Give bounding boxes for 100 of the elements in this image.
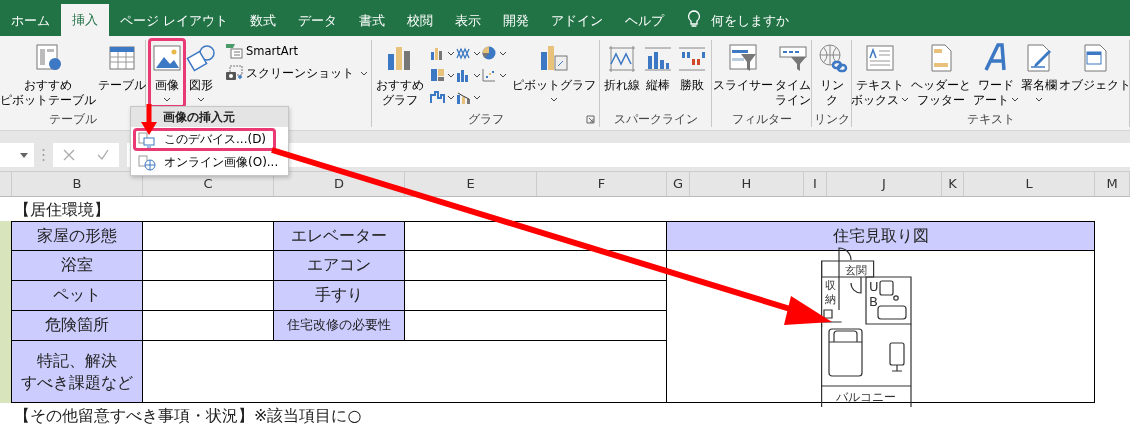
column-header[interactable]: E: [405, 172, 537, 196]
ribbon-tab[interactable]: アドイン: [540, 6, 615, 36]
column-header[interactable]: I: [804, 172, 827, 196]
table-cell[interactable]: [143, 341, 667, 403]
ribbon-button[interactable]: オブジェクト: [1057, 40, 1130, 95]
ribbon-button[interactable]: 図形: [184, 40, 218, 104]
globe-icon: [138, 154, 156, 171]
ribbon-tab[interactable]: ホーム: [0, 6, 61, 36]
computer-icon: [138, 131, 156, 148]
tell-me-field[interactable]: 何をしますか: [711, 6, 790, 36]
caret-icon: [446, 50, 455, 56]
label-cell: 危険箇所: [12, 311, 143, 341]
ribbon-tab[interactable]: 書式: [348, 6, 397, 36]
room-label: 玄関: [845, 263, 867, 277]
table-cell[interactable]: [405, 251, 667, 281]
ribbon-button[interactable]: テキスト ボックス: [849, 40, 910, 110]
grip-icon[interactable]: [42, 148, 45, 162]
label-cell: エアコン: [274, 251, 405, 281]
cancel-icon[interactable]: [63, 149, 75, 161]
table-cell[interactable]: [405, 281, 667, 311]
ribbon-button[interactable]: リン ク: [814, 40, 849, 110]
column-header[interactable]: M: [1095, 172, 1130, 196]
camera-icon: [225, 65, 243, 81]
caret-icon: [360, 70, 368, 76]
label-cell: 手すり: [274, 281, 405, 311]
smartart-icon: [225, 43, 243, 59]
ribbon-tab[interactable]: 開発: [492, 6, 541, 36]
label-cell: エレベーター: [274, 221, 405, 251]
group-label: フィルター: [731, 110, 792, 128]
column-header[interactable]: K: [942, 172, 964, 196]
waterfall-chart-icon[interactable]: [428, 89, 445, 105]
group-label: リンク: [813, 110, 850, 128]
ribbon-button[interactable]: スクリーンショット: [224, 64, 369, 82]
ribbon-button[interactable]: テーブル: [96, 40, 147, 95]
group-label: グラフ: [467, 110, 504, 128]
lightbulb-icon[interactable]: [687, 10, 702, 28]
room-label: 収納: [825, 278, 836, 306]
label-cell: 住宅見取り図: [667, 221, 1095, 251]
column-chart-icon[interactable]: [428, 45, 445, 61]
caret-icon: [472, 50, 481, 56]
ribbon-button[interactable]: 縦棒: [640, 40, 675, 95]
ribbon-button[interactable]: おすすめ ピボットテーブル: [0, 40, 97, 110]
bar-chart-icon[interactable]: [454, 67, 471, 83]
pie-chart-icon[interactable]: [480, 45, 497, 61]
caret-icon: [472, 72, 481, 78]
arrow: [141, 104, 157, 135]
room-label: バルコニー: [836, 389, 896, 404]
scatter-chart-icon[interactable]: [480, 67, 497, 83]
label-cell: ペット: [12, 281, 143, 311]
menu-item[interactable]: オンライン画像(O)...: [134, 152, 283, 173]
table-cell[interactable]: [405, 221, 667, 251]
dialog-launcher-icon[interactable]: [586, 114, 595, 124]
ribbon-button[interactable]: おすすめ グラフ: [374, 40, 425, 110]
section-title: 【居住環境】: [13, 200, 111, 221]
ribbon-button[interactable]: ヘッダーと フッター: [909, 40, 972, 110]
group-label: テーブル: [48, 110, 97, 128]
ribbon-tab[interactable]: データ: [287, 6, 349, 36]
ribbon-button[interactable]: ピボットグラフ: [510, 40, 597, 104]
column-header[interactable]: F: [537, 172, 667, 196]
ribbon-tab[interactable]: 挿入: [61, 4, 109, 36]
group-label: テキスト: [966, 110, 1015, 128]
caret-icon: [472, 94, 481, 100]
text-box-icon: [863, 42, 896, 74]
caret-icon: [446, 72, 455, 78]
ribbon-tab[interactable]: ヘルプ: [614, 6, 676, 36]
ribbon-button[interactable]: SmartArt: [224, 42, 299, 60]
ribbon-button[interactable]: 署名欄: [1019, 40, 1058, 104]
shapes-icon: [185, 42, 217, 74]
table-cell[interactable]: [405, 311, 667, 341]
dropdown-arrow-icon[interactable]: [20, 152, 28, 158]
caret-icon: [498, 50, 507, 56]
section-title: 【その他留意すべき事項・状況】※該当項目に○: [13, 405, 363, 427]
ribbon-tab[interactable]: 数式: [239, 6, 288, 36]
column-header[interactable]: J: [827, 172, 942, 196]
ribbon-button[interactable]: 勝敗: [674, 40, 709, 95]
column-header[interactable]: H: [690, 172, 804, 196]
menu-header: 画像の挿入元: [131, 107, 288, 127]
funnel-icon: [726, 42, 759, 74]
ribbon-button[interactable]: スライサー: [711, 40, 774, 95]
ribbon-button[interactable]: 折れ線: [602, 40, 641, 95]
check-icon[interactable]: [97, 149, 109, 161]
ribbon-button[interactable]: ワード アート: [971, 40, 1020, 110]
label-cell: 特記、解決 すべき課題など: [12, 341, 143, 403]
caret-icon: [498, 72, 507, 78]
ribbon-tab[interactable]: 校閲: [396, 6, 445, 36]
caret-icon: [446, 94, 455, 100]
menu-item[interactable]: このデバイス...(D): [134, 129, 271, 150]
ribbon-tab[interactable]: ページ レイアウト: [109, 6, 240, 36]
column-header[interactable]: L: [964, 172, 1095, 196]
ribbon-tab[interactable]: 表示: [444, 6, 493, 36]
label-cell: 浴室: [12, 251, 143, 281]
ribbon-button[interactable]: タイム ライン: [773, 40, 812, 110]
column-header[interactable]: G: [667, 172, 690, 196]
line-chart-icon[interactable]: [454, 45, 471, 61]
treemap-chart-icon[interactable]: [428, 67, 445, 83]
table-cell[interactable]: [143, 221, 274, 251]
picture-icon: [151, 42, 183, 74]
label-cell: 家屋の形態: [12, 221, 143, 251]
group-label: スパークライン: [613, 110, 698, 128]
name-box[interactable]: [0, 143, 34, 167]
